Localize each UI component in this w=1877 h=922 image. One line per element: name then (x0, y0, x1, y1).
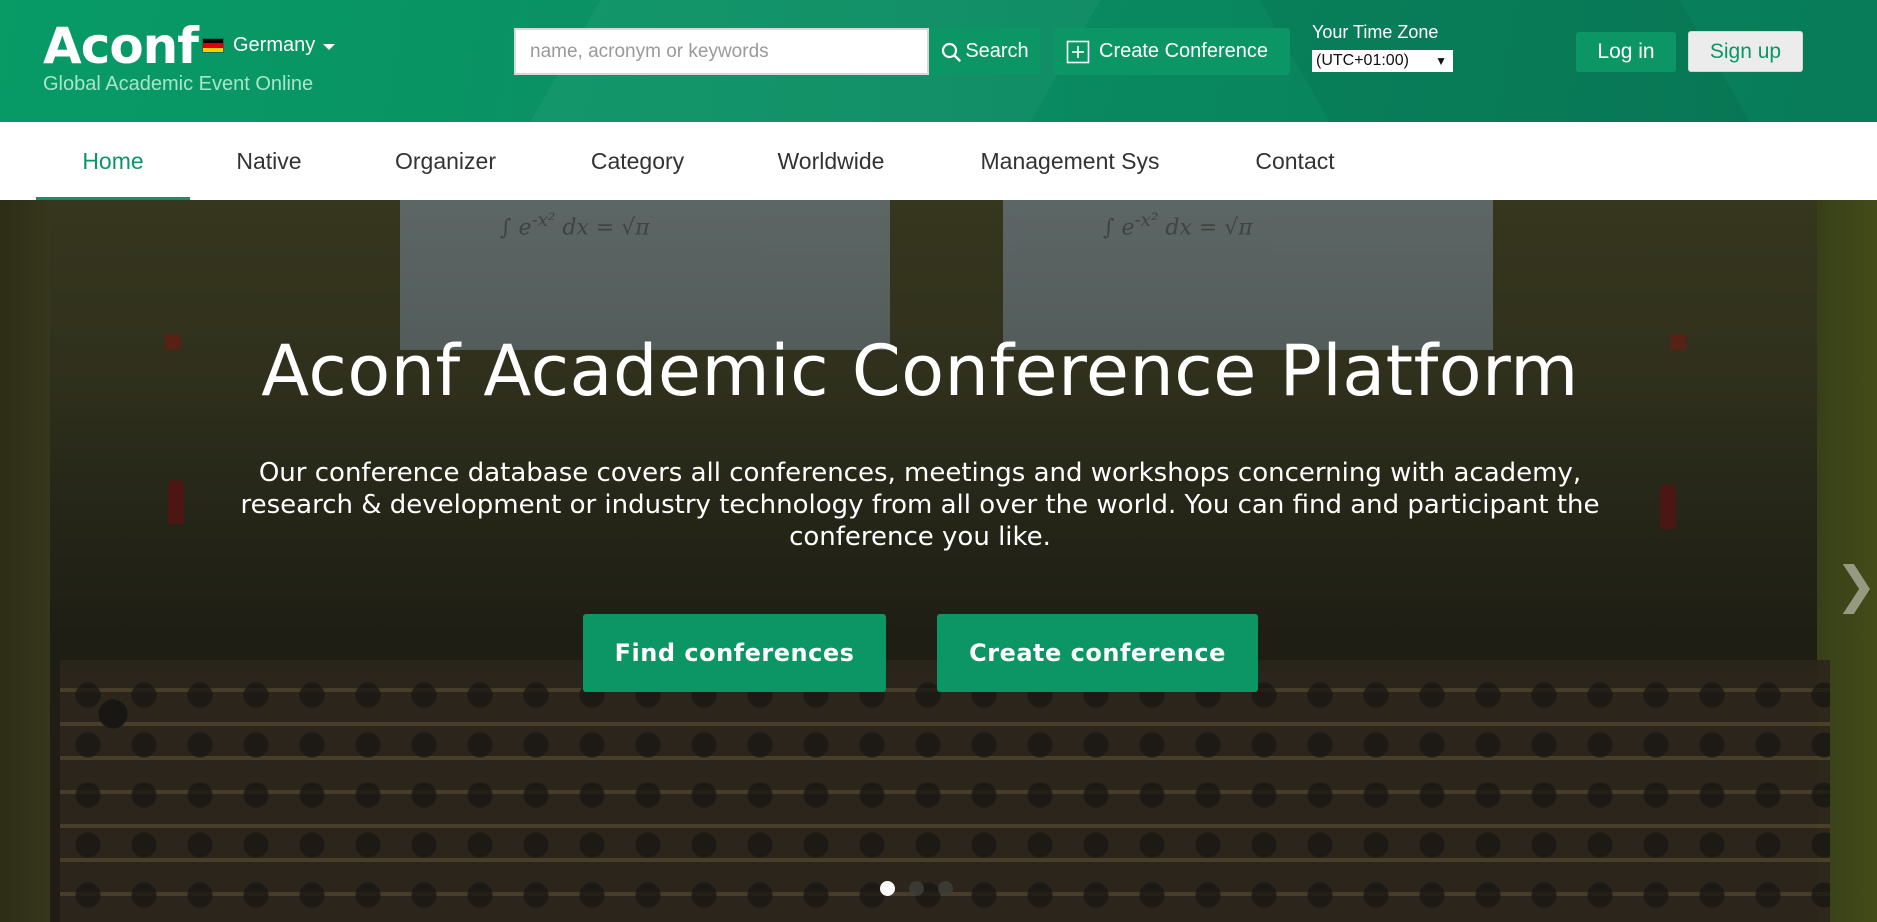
carousel-dot[interactable] (880, 881, 895, 896)
find-conferences-button[interactable]: Find conferences (583, 614, 886, 692)
site-header: Aconf Global Academic Event Online Germa… (0, 0, 1877, 122)
timezone-value: (UTC+01:00) (1316, 52, 1409, 69)
nav-item-organizer[interactable]: Organizer (368, 122, 523, 200)
carousel-dots (880, 881, 953, 896)
germany-flag-icon (202, 38, 224, 53)
hero-description: Our conference database covers all confe… (240, 458, 1600, 552)
create-conference-header-button[interactable]: Create Conference (1054, 28, 1290, 75)
create-conference-button[interactable]: Create conference (937, 614, 1258, 692)
timezone-select[interactable]: (UTC+01:00) ▼ (1312, 50, 1453, 72)
nav-item-contact[interactable]: Contact (1225, 122, 1365, 200)
country-label: Germany (233, 34, 316, 56)
main-nav: Home Native Organizer Category Worldwide… (0, 122, 1877, 200)
site-tagline: Global Academic Event Online (43, 73, 314, 95)
nav-item-worldwide[interactable]: Worldwide (752, 122, 910, 200)
signup-button[interactable]: Sign up (1688, 31, 1803, 72)
plus-square-icon (1066, 40, 1090, 63)
search-button[interactable]: Search (930, 28, 1040, 75)
dropdown-arrow-icon: ▼ (1435, 54, 1447, 68)
nav-item-management-sys[interactable]: Management Sys (955, 122, 1185, 200)
site-logo[interactable]: Aconf (43, 18, 199, 74)
timezone-label: Your Time Zone (1312, 22, 1439, 42)
nav-item-home[interactable]: Home (36, 122, 190, 200)
login-button[interactable]: Log in (1576, 32, 1676, 72)
chevron-right-icon[interactable]: ❯ (1835, 560, 1877, 610)
nav-item-native[interactable]: Native (210, 122, 328, 200)
search-button-label: Search (965, 40, 1029, 62)
hero-overlay (0, 200, 1877, 922)
search-icon (942, 42, 962, 62)
country-selector[interactable]: Germany (202, 34, 336, 57)
search-input[interactable] (514, 28, 929, 75)
hero-title: Aconf Academic Conference Platform (261, 330, 1579, 412)
create-conference-label: Create Conference (1099, 40, 1268, 62)
hero-carousel: ∫ e-x² dx = √π ∫ e-x² dx = √π Aconf Acad… (0, 200, 1877, 922)
carousel-dot[interactable] (909, 881, 924, 896)
caret-down-icon (323, 44, 336, 50)
nav-item-category[interactable]: Category (565, 122, 710, 200)
carousel-dot[interactable] (938, 881, 953, 896)
